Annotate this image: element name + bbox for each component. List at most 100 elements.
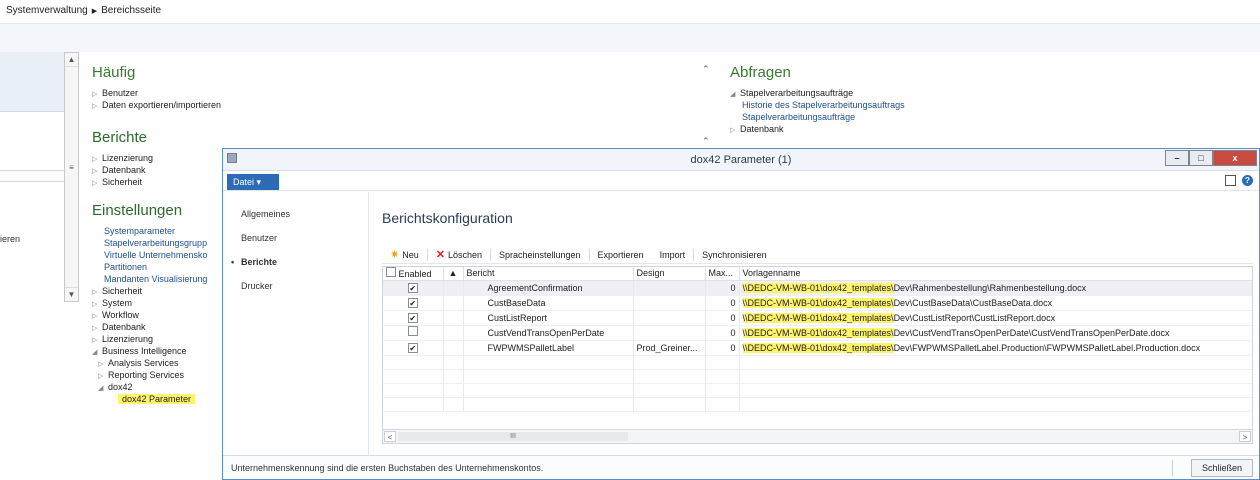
maximize-button[interactable]: □ [1189, 150, 1213, 166]
bericht-cell[interactable]: AgreementConfirmation [463, 280, 634, 296]
scroll-right-icon[interactable]: > [1239, 431, 1251, 442]
path-rest: Dev\CustVendTransOpenPerDate\CustVendTra… [893, 328, 1170, 338]
enabled-checkbox[interactable]: ✔ [407, 313, 418, 323]
table-row[interactable]: ✔ CustBaseData 0 \\DEDC-VM-WB-01\dox42_temp… [383, 295, 1252, 311]
link-benutzer[interactable]: ▷ Benutzer [92, 87, 221, 99]
enabled-checkbox[interactable]: ✔ [407, 298, 418, 308]
datei-menu-button[interactable]: Datei ▾ [227, 174, 279, 190]
minimize-button[interactable]: – [1165, 150, 1189, 166]
design-cell[interactable] [633, 325, 706, 341]
bericht-cell[interactable]: CustVendTransOpenPerDate [463, 325, 634, 341]
node-sicherheit[interactable]: ▷ Sicherheit [92, 285, 221, 297]
layout-icon[interactable] [1225, 175, 1236, 186]
max-cell[interactable]: 0 [705, 310, 740, 326]
dialog-titlebar[interactable]: dox42 Parameter (1) – □ x [223, 149, 1259, 171]
bericht-cell[interactable]: FWPWMSPalletLabel [463, 340, 634, 356]
link-datenbank[interactable]: ▷ Datenbank [92, 164, 221, 176]
node-abfragen-datenbank[interactable]: ▷ Datenbank [730, 123, 905, 135]
select-all-checkbox[interactable] [386, 267, 396, 277]
node-analysis-services[interactable]: ▷ Analysis Services [92, 357, 221, 369]
node-lizenzierung[interactable]: ▷ Lizenzierung [92, 333, 221, 345]
nav-scrollbar[interactable]: ▲ ≡ ▼ [64, 52, 79, 302]
link-dox42-parameter[interactable]: dox42 Parameter [92, 393, 221, 405]
max-cell[interactable]: 0 [705, 280, 740, 296]
bericht-cell[interactable]: CustBaseData [463, 295, 634, 311]
sync-button[interactable]: Synchronisieren [694, 249, 775, 261]
nav-berichte[interactable]: Berichte [223, 250, 368, 274]
grip-icon[interactable]: ≡ [65, 161, 78, 175]
link-daten-export[interactable]: ▷ Daten exportieren/importieren [92, 99, 221, 111]
vorlagenname-cell[interactable]: \\DEDC-VM-WB-01\dox42_templates\Dev\FWPW… [739, 340, 1252, 356]
import-button[interactable]: Import [652, 248, 695, 261]
nav-block[interactable] [0, 52, 64, 112]
column-design[interactable]: Design [633, 267, 706, 281]
max-cell[interactable]: 0 [705, 340, 740, 356]
vorlagenname-cell[interactable]: \\DEDC-VM-WB-01\dox42_templates\Dev\Cust… [739, 295, 1252, 311]
table-row[interactable]: ✔ AgreementConfirmation 0 \\DEDC-VM-WB-01\d… [383, 280, 1252, 296]
export-button[interactable]: Exportieren [590, 249, 652, 261]
node-reporting-services[interactable]: ▷ Reporting Services [92, 369, 221, 381]
help-icon[interactable]: ? [1242, 175, 1253, 186]
link-sicherheit[interactable]: ▷ Sicherheit [92, 176, 221, 188]
column-max[interactable]: Max... [705, 267, 740, 281]
table-row[interactable]: CustVendTransOpenPerDate 0 \\DEDC-VM-WB-01… [383, 325, 1252, 341]
vorlagenname-cell[interactable]: \\DEDC-VM-WB-01\dox42_templates\Dev\Rahm… [739, 280, 1252, 296]
scroll-left-icon[interactable]: < [384, 431, 396, 442]
enabled-cell[interactable] [383, 325, 444, 341]
enabled-cell[interactable]: ✔ [383, 295, 444, 311]
grid-hscrollbar[interactable]: < III > [383, 429, 1252, 443]
node-business-intelligence[interactable]: ◢ Business Intelligence [92, 345, 221, 357]
sort-icon[interactable]: ▲ [443, 267, 464, 281]
enabled-checkbox[interactable]: ✔ [407, 283, 418, 293]
collapse-berichte-icon[interactable]: ⌃ [702, 136, 710, 147]
link-virtuelle-unternehmen[interactable]: Virtuelle Unternehmensko [92, 249, 221, 261]
link-historie[interactable]: Historie des Stapelverarbeitungsauftrags [730, 99, 905, 111]
new-button[interactable]: ✷ Neu [382, 248, 428, 261]
enabled-cell[interactable]: ✔ [383, 340, 444, 356]
table-row[interactable]: ✔ CustListReport 0 \\DEDC-VM-WB-01\dox42_te… [383, 310, 1252, 326]
link-stapelgruppen[interactable]: Stapelverarbeitungsgrupp [92, 237, 221, 249]
node-system[interactable]: ▷ System [92, 297, 221, 309]
enabled-cell[interactable]: ✔ [383, 280, 444, 296]
enabled-cell[interactable]: ✔ [383, 310, 444, 326]
nav-allgemeines[interactable]: Allgemeines [223, 202, 368, 226]
column-vorlagenname[interactable]: Vorlagenname [739, 267, 1252, 281]
node-dox42[interactable]: ◢ dox42 [92, 381, 221, 393]
nav-partial-label[interactable]: ieren [0, 234, 20, 244]
scroll-up-icon[interactable]: ▲ [65, 53, 78, 67]
link-partitionen[interactable]: Partitionen [92, 261, 221, 273]
table-row[interactable]: ✔ FWPWMSPalletLabel Prod_Greiner... 0 \\DEDC… [383, 340, 1252, 356]
language-settings-button[interactable]: Spracheinstellungen [491, 248, 590, 261]
design-cell[interactable] [633, 295, 706, 311]
nav-drucker[interactable]: Drucker [223, 274, 368, 298]
link-stapelauftraege[interactable]: Stapelverarbeitungsaufträge [730, 111, 905, 123]
enabled-checkbox[interactable]: ✔ [407, 343, 418, 353]
nav-block-selected[interactable] [0, 170, 64, 182]
link-mandanten[interactable]: Mandanten Visualisierung [92, 273, 221, 285]
link-systemparameter[interactable]: Systemparameter [92, 225, 221, 237]
max-cell[interactable]: 0 [705, 325, 740, 341]
design-cell[interactable] [633, 310, 706, 326]
scroll-thumb[interactable]: III [398, 432, 628, 441]
nav-benutzer[interactable]: Benutzer [223, 226, 368, 250]
bericht-cell[interactable]: CustListReport [463, 310, 634, 326]
column-enabled[interactable]: Enabled [383, 267, 444, 281]
design-cell[interactable] [633, 280, 706, 296]
breadcrumb-root[interactable]: Systemverwaltung [6, 5, 88, 16]
node-workflow[interactable]: ▷ Workflow [92, 309, 221, 321]
scroll-down-icon[interactable]: ▼ [65, 287, 78, 301]
vorlagenname-cell[interactable]: \\DEDC-VM-WB-01\dox42_templates\Dev\Cust… [739, 310, 1252, 326]
close-window-button[interactable]: x [1213, 150, 1257, 166]
column-bericht[interactable]: Bericht [463, 267, 634, 281]
node-stapelverarbeitung[interactable]: ◢ Stapelverarbeitungsaufträge [730, 87, 905, 99]
delete-button[interactable]: ✕ Löschen [428, 248, 491, 261]
design-cell[interactable]: Prod_Greiner... [633, 340, 706, 356]
vorlagenname-cell[interactable]: \\DEDC-VM-WB-01\dox42_templates\Dev\Cust… [739, 325, 1252, 341]
schliessen-button[interactable]: Schließen [1191, 459, 1253, 477]
link-lizenzierung[interactable]: ▷ Lizenzierung [92, 152, 221, 164]
max-cell[interactable]: 0 [705, 295, 740, 311]
enabled-checkbox[interactable] [407, 326, 418, 336]
collapse-haeufig-icon[interactable]: ⌃ [702, 64, 710, 75]
path-rest: Dev\FWPWMSPalletLabel.Production\FWPWMSP… [893, 343, 1201, 353]
node-datenbank[interactable]: ▷ Datenbank [92, 321, 221, 333]
